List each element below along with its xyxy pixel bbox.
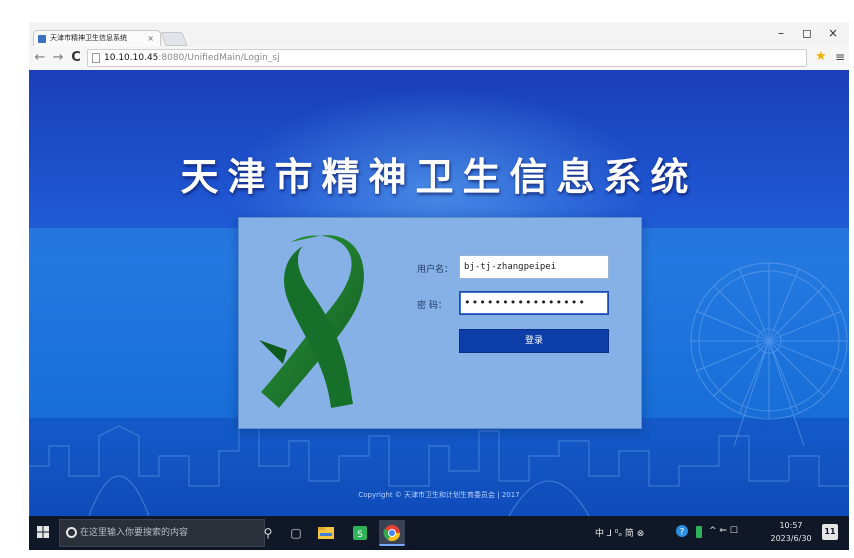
login-panel: 用户名： bj-tj-zhangpeipei 密 码： ••••••••••••…	[238, 217, 642, 429]
clock-time: 10:57	[779, 521, 803, 530]
restore-button[interactable]: ◻	[797, 26, 817, 40]
taskbar-search-box[interactable]: 在这里输入你要搜索的内容	[59, 519, 265, 547]
tab-bar: 天津市精神卫生信息系统 × – ◻ ×	[29, 22, 849, 46]
password-input[interactable]: ••••••••••••••••	[459, 291, 609, 315]
svg-text:S: S	[357, 530, 363, 540]
login-button[interactable]: 登录	[459, 329, 609, 353]
address-bar-row: ← → C 10.10.10.45:8080/UnifiedMain/Login…	[29, 46, 849, 70]
url-host: 10.10.10.45	[104, 53, 159, 63]
tab-title: 天津市精神卫生信息系统	[50, 34, 127, 42]
windows-start-icon[interactable]	[37, 526, 49, 538]
cortana-icon	[66, 527, 77, 538]
chrome-browser-icon[interactable]	[379, 520, 405, 546]
login-page: 天津市精神卫生信息系统 用户名： bj-tj-zhangpeipei 密 码： …	[29, 70, 849, 516]
favicon-icon	[38, 35, 46, 43]
copyright-text: Copyright © 天津市卫生和计划生育委员会 | 2017	[358, 491, 520, 499]
battery-icon[interactable]	[695, 525, 703, 542]
star-icon[interactable]: ★	[815, 49, 827, 64]
hamburger-menu-icon[interactable]: ≡	[835, 50, 845, 64]
page-title: 天津市精神卫生信息系统	[180, 154, 698, 199]
tray-system-icons[interactable]: ^ ⇐ ☐	[709, 526, 738, 536]
ime-tray[interactable]: 中 ⅃ ⁰ₒ 简 ⊗	[595, 526, 644, 539]
url-input[interactable]: 10.10.10.45:8080/UnifiedMain/Login_sj	[87, 49, 807, 67]
browser-tab[interactable]: 天津市精神卫生信息系统 ×	[33, 30, 161, 46]
username-label: 用户名：	[417, 265, 454, 275]
tab-close-icon[interactable]: ×	[147, 31, 154, 46]
help-icon[interactable]: ?	[675, 524, 689, 541]
password-label: 密 码：	[417, 301, 447, 311]
username-input[interactable]: bj-tj-zhangpeipei	[459, 255, 609, 279]
microphone-icon[interactable]: ⚲	[259, 524, 277, 542]
file-explorer-icon[interactable]	[313, 520, 339, 546]
page-icon	[92, 53, 100, 63]
back-button[interactable]: ←	[33, 50, 47, 66]
green-ribbon-logo	[259, 235, 364, 408]
browser-chrome: 天津市精神卫生信息系统 × – ◻ × ← → C 10.10.10.45:80…	[29, 22, 849, 70]
task-view-icon[interactable]: ▢	[287, 524, 305, 542]
notification-center-icon[interactable]: 11	[822, 524, 838, 540]
new-tab-button[interactable]	[160, 32, 188, 46]
taskbar: 在这里输入你要搜索的内容 ⚲ ▢ S 中 ⅃ ⁰ₒ 简 ⊗ ? ^ ⇐ ☐ 10…	[29, 516, 849, 550]
clock-date: 2023/6/30	[770, 534, 812, 543]
search-placeholder: 在这里输入你要搜索的内容	[80, 528, 189, 538]
reload-button[interactable]: C	[69, 50, 83, 66]
forward-button[interactable]: →	[51, 50, 65, 66]
url-path: :8080/UnifiedMain/Login_sj	[158, 53, 280, 63]
spreadsheet-app-icon[interactable]: S	[347, 520, 373, 546]
minimize-button[interactable]: –	[771, 26, 791, 40]
taskbar-clock[interactable]: 10:57 2023/6/30	[767, 519, 815, 545]
screenshot-frame: 天津市精神卫生信息系统 × – ◻ × ← → C 10.10.10.45:80…	[0, 0, 854, 558]
svg-text:?: ?	[680, 528, 685, 538]
close-window-button[interactable]: ×	[823, 26, 843, 40]
